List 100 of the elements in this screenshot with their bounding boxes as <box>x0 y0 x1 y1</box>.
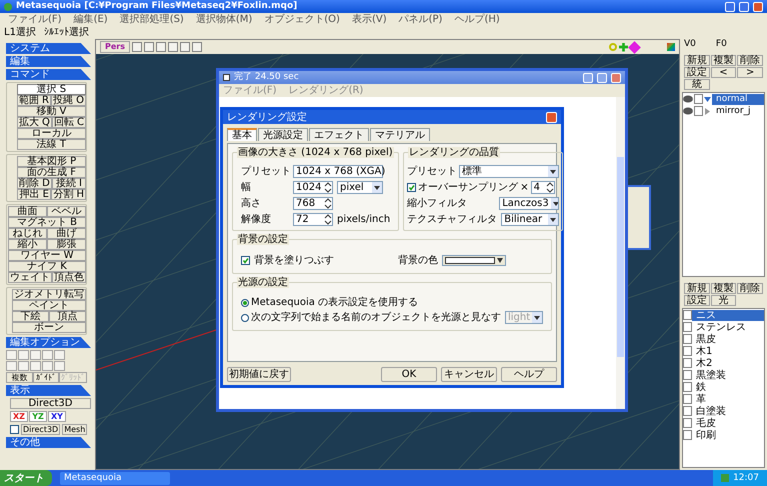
tool-button[interactable]: ボーン <box>12 322 86 333</box>
help-button[interactable]: ヘルプ <box>501 367 557 382</box>
option-toggle-icon[interactable] <box>54 361 65 371</box>
start-button[interactable]: スタート <box>0 470 52 486</box>
tool-button[interactable]: ローカル <box>16 128 86 139</box>
tool-button[interactable]: 頂点色 <box>52 272 86 283</box>
panel-button[interactable]: 複製 <box>710 55 736 66</box>
option-toggle-icon[interactable] <box>30 350 41 360</box>
tool-button[interactable]: 曲面 <box>8 206 47 217</box>
tool-button[interactable]: ｶﾞｲﾄﾞ <box>32 372 59 383</box>
view-plane-button[interactable]: XY <box>48 411 66 422</box>
maximize-icon[interactable] <box>739 2 749 12</box>
tool-button[interactable]: 押出 E <box>17 189 52 200</box>
tool-button[interactable]: ウェイト <box>8 272 52 283</box>
panel-button[interactable]: 複製 <box>710 283 736 294</box>
cancel-button[interactable]: キャンセル <box>441 367 497 382</box>
tool-button[interactable]: 複数 <box>6 372 32 383</box>
dropdown[interactable]: 標準 <box>459 165 560 178</box>
object-item[interactable]: mirror_j <box>712 106 764 116</box>
tool-button[interactable]: 回転 C <box>52 117 86 128</box>
minimize-icon[interactable] <box>583 72 593 82</box>
tool-button[interactable]: 曲げ <box>47 228 86 239</box>
menu-item[interactable]: 表示(V) <box>352 14 387 25</box>
material-item[interactable]: 白塗装 <box>692 406 764 416</box>
material-item[interactable]: 木1 <box>692 346 764 356</box>
tool-button[interactable]: 投縄 O <box>50 95 86 106</box>
panel-header[interactable]: 編集オプション <box>6 337 91 348</box>
tool-button[interactable]: Direct3D <box>21 424 60 435</box>
spin-field[interactable]: 72 <box>293 213 333 226</box>
eye-icon[interactable] <box>683 94 693 104</box>
tool-button[interactable]: ワイヤー W <box>8 250 86 261</box>
tool-button[interactable]: 面の生成 F <box>17 167 86 178</box>
view-plane-button[interactable]: XZ <box>10 411 28 422</box>
tool-button[interactable]: ベベル <box>47 206 86 217</box>
option-toggle-icon[interactable] <box>42 361 53 371</box>
rotate-cross-icon[interactable] <box>628 40 641 54</box>
option-toggle-icon[interactable] <box>18 350 29 360</box>
option-toggle-icon[interactable] <box>6 350 17 360</box>
maximize-icon[interactable] <box>597 72 607 82</box>
tool-button[interactable]: ナイフ K <box>8 261 86 272</box>
material-item[interactable]: 黒塗装 <box>692 370 764 380</box>
panel-button[interactable]: 削除 <box>737 55 763 66</box>
panel-button[interactable]: 新規 <box>684 283 710 294</box>
panel-button[interactable]: 新規 <box>684 55 710 66</box>
menu-item[interactable]: 選択部処理(S) <box>120 14 184 25</box>
object-item[interactable]: normal <box>712 94 764 104</box>
panel-button[interactable]: 削除 <box>737 283 763 294</box>
reset-button[interactable]: 初期値に戻す <box>227 367 291 382</box>
close-icon[interactable] <box>753 2 763 12</box>
tool-button[interactable]: 膨張 <box>47 239 86 250</box>
minimize-icon[interactable] <box>725 2 735 12</box>
dropdown[interactable]: 1024 x 768 (XGA) <box>293 165 383 178</box>
view-mode-button[interactable]: Pers <box>100 41 130 53</box>
panel-header[interactable]: 編集 <box>6 56 91 67</box>
move-cross-icon[interactable] <box>619 42 628 52</box>
menu-item[interactable]: ヘルプ(H) <box>454 14 500 25</box>
close-icon[interactable] <box>546 112 557 122</box>
option-toggle-icon[interactable] <box>54 350 65 360</box>
material-item[interactable]: 革 <box>692 394 764 404</box>
radio-button[interactable] <box>241 314 249 322</box>
spin-field[interactable]: 768 <box>293 197 333 210</box>
tool-button[interactable]: Mesh <box>62 424 88 435</box>
ok-button[interactable]: OK <box>381 367 437 382</box>
material-item[interactable]: 毛皮 <box>692 418 764 428</box>
material-item[interactable]: 木2 <box>692 358 764 368</box>
option-toggle-icon[interactable] <box>6 361 17 371</box>
expand-arrow-icon[interactable] <box>704 96 711 102</box>
menu-item[interactable]: オブジェクト(O) <box>264 14 340 25</box>
tool-button[interactable]: 縮小 <box>8 239 47 250</box>
menu-item[interactable]: パネル(P) <box>398 14 442 25</box>
tool-button[interactable]: 削除 D <box>17 178 52 189</box>
toolbar-item[interactable]: ｼﾙｴｯﾄ選択 <box>44 27 89 38</box>
color-cube-icon[interactable] <box>667 43 675 51</box>
material-item[interactable]: 鉄 <box>692 382 764 392</box>
tab[interactable]: マテリアル <box>370 128 430 141</box>
tool-button[interactable]: 下絵 <box>12 311 49 322</box>
material-item[interactable]: 印刷 <box>692 430 764 440</box>
panel-button[interactable]: 設定 <box>684 67 710 78</box>
checkbox[interactable] <box>407 183 416 192</box>
tab[interactable]: 基本 <box>227 128 257 141</box>
spin-field[interactable]: 1024 <box>293 181 333 194</box>
material-item[interactable]: 黒皮 <box>692 334 764 344</box>
spin-field[interactable]: 4 <box>530 181 555 194</box>
expand-arrow-icon[interactable] <box>704 108 711 114</box>
option-toggle-icon[interactable] <box>42 350 53 360</box>
tool-button[interactable]: 接続 I <box>52 178 86 189</box>
checkbox[interactable] <box>10 425 19 434</box>
tool-button[interactable]: 基本図形 P <box>17 156 86 167</box>
tool-button[interactable]: 移動 V <box>16 106 86 117</box>
tool-button[interactable]: 範囲 R <box>16 95 51 106</box>
tool-button[interactable]: ペイント <box>12 300 86 311</box>
tab[interactable]: エフェクト <box>309 128 369 141</box>
panel-button[interactable]: < <box>710 67 736 78</box>
dropdown[interactable]: pixel <box>337 181 383 194</box>
menu-item[interactable]: ファイル(F) <box>8 14 62 25</box>
tool-button[interactable]: Direct3D <box>10 398 91 409</box>
option-toggle-icon[interactable] <box>30 361 41 371</box>
toolbar-item[interactable]: L1選択 <box>4 27 36 38</box>
tool-button[interactable]: ねじれ <box>8 228 47 239</box>
tool-button[interactable]: マグネット B <box>8 217 86 228</box>
